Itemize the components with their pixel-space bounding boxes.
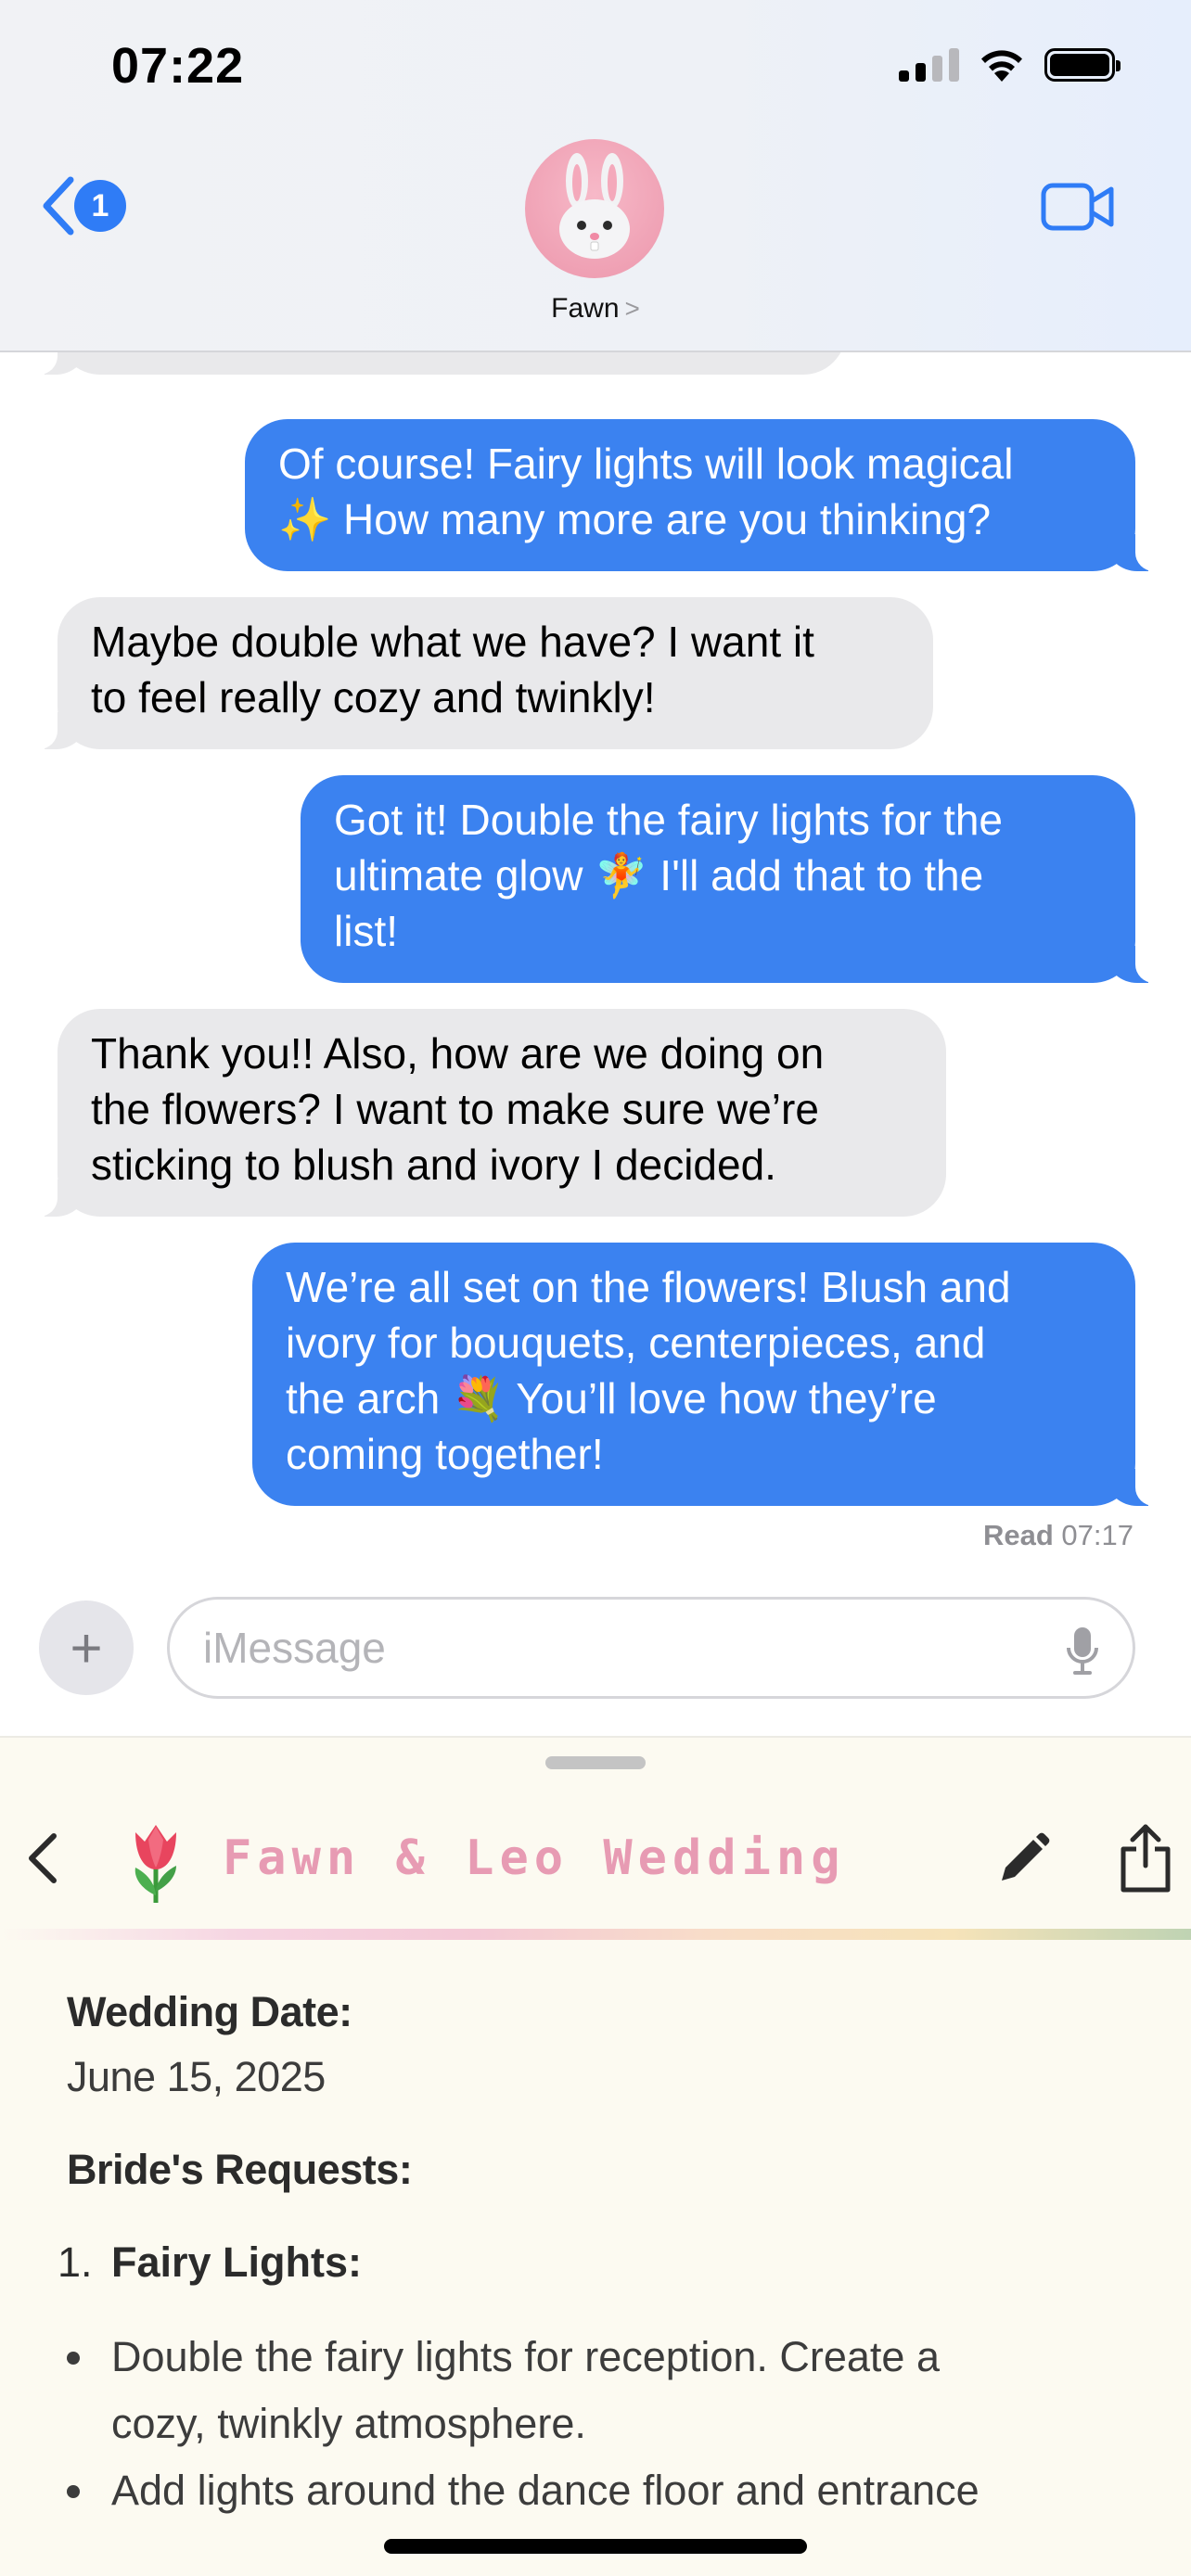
bullet-list: Double the fairy lights for reception. C… [67, 2324, 1133, 2524]
back-button[interactable]: 1 [41, 176, 126, 236]
contact-avatar[interactable] [525, 139, 664, 278]
edit-pencil-icon[interactable] [992, 1830, 1052, 1890]
imessage-input[interactable]: iMessage [167, 1597, 1135, 1699]
status-time: 07:22 [111, 38, 245, 94]
read-receipt: Read 07:17 [982, 1519, 1133, 1551]
numbered-item: 1. Fairy Lights: [58, 2238, 1133, 2287]
tulip-icon [134, 1825, 176, 1903]
microphone-icon[interactable] [1066, 1626, 1099, 1676]
home-indicator[interactable] [384, 2539, 807, 2554]
conversation-header: 07:22 1 Fawn > [0, 0, 1191, 352]
brides-requests-label: Bride's Requests: [67, 2146, 413, 2193]
item-title: Fairy Lights: [111, 2238, 363, 2286]
unread-count-badge: 1 [74, 180, 126, 232]
item-number: 1. [58, 2238, 93, 2286]
list-item: Double the fairy lights for reception. C… [67, 2324, 1133, 2457]
list-item: Add lights around the dance floor and en… [67, 2457, 1133, 2524]
message-thread[interactable]: more fairy lights to the reception! Of c… [0, 261, 1191, 1539]
contact-name[interactable]: Fawn > [0, 293, 1191, 325]
chevron-left-icon [43, 176, 74, 236]
wifi-icon [981, 50, 1022, 82]
sheet-grabber[interactable] [545, 1756, 646, 1769]
back-chevron-icon[interactable] [24, 1830, 61, 1886]
message-incoming[interactable]: Maybe double what we have? I want it to … [33, 597, 933, 749]
chevron-right-icon: > [624, 294, 640, 323]
imessage-placeholder: iMessage [203, 1624, 386, 1672]
title-divider [0, 1929, 1191, 1940]
wedding-notes-sheet: Fawn & Leo Wedding Wedding Date: June 15… [0, 1736, 1191, 2576]
notes-body[interactable]: Wedding Date: June 15, 2025 Bride's Requ… [58, 1988, 1133, 2524]
share-icon[interactable] [1118, 1823, 1173, 1894]
message-outgoing[interactable]: Of course! Fairy lights will look magica… [245, 419, 1159, 571]
status-icons [899, 46, 1121, 83]
notes-title: Fawn & Leo Wedding [223, 1830, 846, 1886]
message-outgoing[interactable]: We’re all set on the flowers! Blush and … [252, 1243, 1159, 1506]
battery-icon [1044, 48, 1121, 82]
bunny-icon [559, 153, 630, 259]
wedding-date-label: Wedding Date: [67, 1988, 352, 2035]
facetime-video-icon[interactable] [1041, 181, 1115, 233]
message-incoming[interactable]: Thank you!! Also, how are we doing on th… [33, 1009, 946, 1217]
wedding-date-value: June 15, 2025 [67, 2053, 326, 2100]
message-outgoing[interactable]: Got it! Double the fairy lights for the … [301, 775, 1159, 983]
cellular-signal-icon [899, 48, 959, 82]
apps-plus-button[interactable]: + [39, 1600, 134, 1695]
